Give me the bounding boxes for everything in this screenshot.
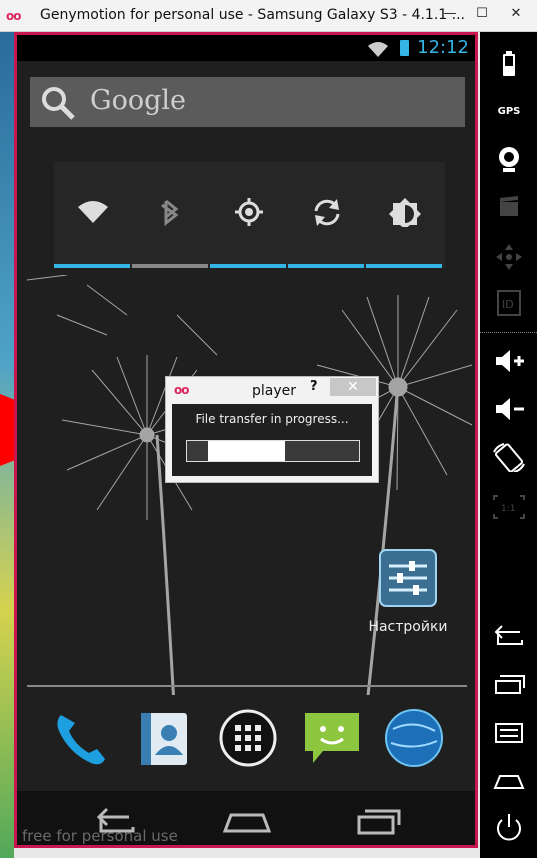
search-icon: [42, 87, 75, 120]
dialog-close-button[interactable]: ✕: [330, 378, 376, 396]
brightness-icon: [389, 198, 421, 227]
volume-down-icon[interactable]: [490, 394, 528, 424]
progress-fill: [208, 441, 286, 461]
gps-status-bar: [210, 264, 286, 268]
settings-app-label: Настройки: [368, 619, 448, 635]
wifi-icon: [368, 42, 388, 57]
menu-icon[interactable]: [490, 718, 528, 748]
google-search-bar[interactable]: Google: [30, 77, 465, 127]
battery-icon[interactable]: [490, 50, 528, 80]
gps-icon[interactable]: GPS: [490, 106, 528, 117]
toggle-bluetooth[interactable]: [132, 162, 208, 268]
volume-up-icon[interactable]: [490, 346, 528, 376]
window-title: Genymotion for personal use - Samsung Ga…: [40, 7, 465, 23]
close-window-button[interactable]: ✕: [503, 4, 529, 24]
transfer-progress-bar: [186, 440, 360, 462]
bluetooth-icon: [161, 199, 179, 227]
window-title-bar: oo Genymotion for personal use - Samsung…: [0, 0, 537, 32]
toggle-wifi[interactable]: [54, 162, 130, 268]
wifi-icon: [78, 201, 108, 223]
gps-icon: [235, 198, 263, 226]
browser-icon[interactable]: [383, 707, 445, 769]
dialog-title: player: [252, 383, 297, 399]
device-id-icon: ID: [497, 290, 521, 316]
settings-icon: [379, 549, 437, 607]
pixel-perfect-icon: 1:1: [493, 495, 525, 519]
screencast-icon: [500, 196, 518, 216]
phone-icon[interactable]: [49, 707, 111, 769]
toggle-gps[interactable]: [210, 162, 286, 268]
contacts-icon[interactable]: [133, 707, 195, 769]
genymotion-logo-icon: oo: [174, 383, 189, 397]
back-icon[interactable]: [490, 620, 528, 650]
toggle-brightness[interactable]: [366, 162, 442, 268]
home-icon[interactable]: [490, 766, 528, 796]
file-transfer-dialog: oo player ? ✕ File transfer in progress.…: [165, 376, 379, 483]
minimize-button[interactable]: —: [437, 4, 463, 24]
rotate-icon[interactable]: [490, 442, 528, 472]
maximize-button[interactable]: ☐: [469, 4, 495, 24]
home-icon[interactable]: [217, 805, 277, 837]
dpad-icon: [496, 244, 522, 270]
power-control-widget: [54, 162, 445, 268]
status-bar: 12:12: [17, 35, 475, 61]
genymotion-side-panel: GPS ID 1:1: [480, 32, 537, 858]
dialog-body: File transfer in progress...: [172, 404, 372, 476]
webcam-icon[interactable]: [490, 144, 528, 174]
app-drawer-icon[interactable]: [217, 707, 279, 769]
help-button[interactable]: ?: [310, 379, 318, 394]
power-icon[interactable]: [490, 812, 528, 842]
recent-apps-icon[interactable]: [490, 670, 528, 700]
sync-icon: [314, 199, 340, 226]
battery-charging-icon: [400, 40, 409, 56]
search-label: Google: [90, 85, 186, 116]
sync-status-bar: [288, 264, 364, 268]
settings-app-shortcut[interactable]: Настройки: [363, 549, 453, 641]
side-panel-divider: [480, 332, 537, 333]
transfer-message: File transfer in progress...: [195, 412, 349, 426]
messaging-icon[interactable]: [301, 707, 363, 769]
bluetooth-status-bar: [132, 264, 208, 268]
dock-divider: [27, 685, 467, 687]
wifi-status-bar: [54, 264, 130, 268]
recent-apps-icon[interactable]: [347, 805, 407, 837]
personal-use-watermark: free for personal use: [22, 827, 178, 845]
toggle-sync[interactable]: [288, 162, 364, 268]
genymotion-logo-icon: oo: [6, 9, 21, 23]
brightness-status-bar: [366, 264, 442, 268]
status-clock: 12:12: [417, 37, 469, 58]
svg-text:1:1: 1:1: [501, 504, 515, 514]
svg-text:ID: ID: [502, 298, 514, 311]
